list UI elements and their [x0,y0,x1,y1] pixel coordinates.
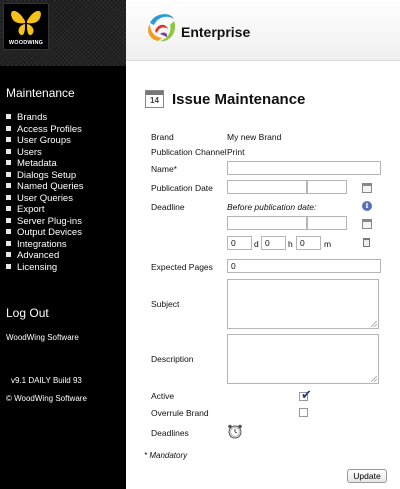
calendar-number: 14 [150,96,159,105]
update-button[interactable]: Update [347,469,387,483]
enterprise-logo-icon [148,14,176,42]
resize-grip-icon[interactable] [371,376,377,382]
sidebar-item-label: Users [17,146,42,158]
days-unit: d [254,239,259,249]
sidebar-item-brands[interactable]: Brands [6,112,84,124]
bullet-icon [6,183,11,188]
sidebar-item-label: Server Plug-ins [17,215,82,227]
sidebar-item-users[interactable]: Users [6,147,84,159]
app-header: Enterprise [126,0,400,61]
maintenance-menu: Brands Access Profiles User Groups Users… [6,112,84,273]
deadline-hours-input[interactable]: 0 [261,236,286,250]
minutes-unit: m [324,239,332,249]
build-version: v9.1 DAILY Build 93 [11,376,82,385]
sidebar-item-licensing[interactable]: Licensing [6,262,84,274]
copyright: © WoodWing Software [6,394,87,403]
bullet-icon [6,171,11,177]
maintenance-heading: Maintenance [6,86,75,100]
sidebar-item-integrations[interactable]: Integrations [6,239,84,251]
bullet-icon [6,125,11,131]
deadline-days-input[interactable]: 0 [227,236,252,250]
expected-pages-label: Expected Pages [151,262,213,272]
publication-channel-label: Publication Channel [151,147,227,157]
page-title: Issue Maintenance [172,91,306,108]
deadline-minutes-input[interactable]: 0 [296,236,321,250]
sidebar-item-dialogs-setup[interactable]: Dialogs Setup [6,170,84,182]
sidebar-item-export[interactable]: Export [6,204,84,216]
sidebar-item-advanced[interactable]: Advanced [6,250,84,262]
expected-pages-input[interactable]: 0 [227,259,381,273]
logo-text: WOODWING [8,40,44,46]
brand-value: My new Brand [227,132,282,142]
trash-icon[interactable] [363,238,370,247]
alarm-clock-icon[interactable] [227,423,243,439]
sidebar-item-user-groups[interactable]: User Groups [6,135,84,147]
info-icon[interactable]: i [362,201,372,211]
sidebar-item-label: User Groups [17,135,71,146]
sidebar-item-label: Dialogs Setup [17,169,77,181]
bullet-icon [6,206,11,211]
calendar-icon: 14 [145,90,164,108]
bullet-icon [6,194,11,200]
active-label: Active [151,391,175,401]
sidebar-item-label: Brands [17,112,48,123]
bullet-icon [6,160,11,165]
deadline-time-input[interactable] [307,216,347,230]
logout-link[interactable]: Log Out [6,306,49,320]
publication-date-label: Publication Date [151,183,213,193]
publication-date-input[interactable] [227,180,307,194]
sidebar-item-label: Output Devices [17,227,82,238]
bullet-icon [6,114,11,119]
calendar-icon[interactable] [362,219,372,229]
bullet-icon [6,263,11,269]
subject-textarea[interactable] [227,279,379,329]
resize-grip-icon[interactable] [371,321,377,327]
deadline-label: Deadline [151,202,185,212]
hours-unit: h [288,239,293,249]
bullet-icon [6,252,11,257]
description-textarea[interactable] [227,334,379,384]
sidebar-item-server-plugins[interactable]: Server Plug-ins [6,216,84,228]
company-name: WoodWing Software [6,333,79,342]
sidebar-item-label: Advanced [17,250,60,261]
sidebar-item-access-profiles[interactable]: Access Profiles [6,124,84,136]
brand-label: Brand [151,132,174,142]
sidebar-item-label: Export [17,204,45,215]
sidebar-item-label: Named Queries [17,181,84,192]
sidebar-item-user-queries[interactable]: User Queries [6,193,84,205]
sidebar-item-label: Metadata [17,158,57,169]
butterfly-icon [11,10,41,36]
sidebar-header: WOODWING [0,0,126,66]
publication-channel-value: Print [227,147,245,157]
product-name: Enterprise [181,24,251,40]
mandatory-note: * Mandatory [144,451,188,460]
bullet-icon [6,137,11,142]
sidebar: WOODWING Maintenance Brands Access Profi… [0,0,126,489]
overrule-brand-label: Overrule Brand [151,408,209,418]
woodwing-logo[interactable]: WOODWING [3,3,49,50]
checkmark-icon: ✔ [301,387,312,402]
deadline-before-label: Before publication date: [227,202,317,212]
name-label: Name* [151,164,177,174]
publication-time-input[interactable] [307,180,347,194]
active-checkbox[interactable]: ✔ [299,388,312,401]
sidebar-item-label: Access Profiles [17,123,82,135]
calendar-icon[interactable] [362,183,372,193]
bullet-icon [6,240,11,246]
bullet-icon [6,217,11,223]
sidebar-item-metadata[interactable]: Metadata [6,158,84,170]
sidebar-item-label: Licensing [17,261,58,273]
sidebar-item-output-devices[interactable]: Output Devices [6,227,84,239]
overrule-brand-checkbox[interactable] [299,408,308,417]
deadline-date-input[interactable] [227,216,307,230]
bullet-icon [6,229,11,234]
sidebar-item-label: Integrations [17,238,67,250]
sidebar-item-named-queries[interactable]: Named Queries [6,181,84,193]
name-input[interactable] [227,161,381,175]
sidebar-item-label: User Queries [17,192,73,204]
subject-label: Subject [151,299,180,309]
deadlines-label: Deadlines [151,428,189,438]
description-label: Description [151,354,194,364]
bullet-icon [6,148,11,154]
